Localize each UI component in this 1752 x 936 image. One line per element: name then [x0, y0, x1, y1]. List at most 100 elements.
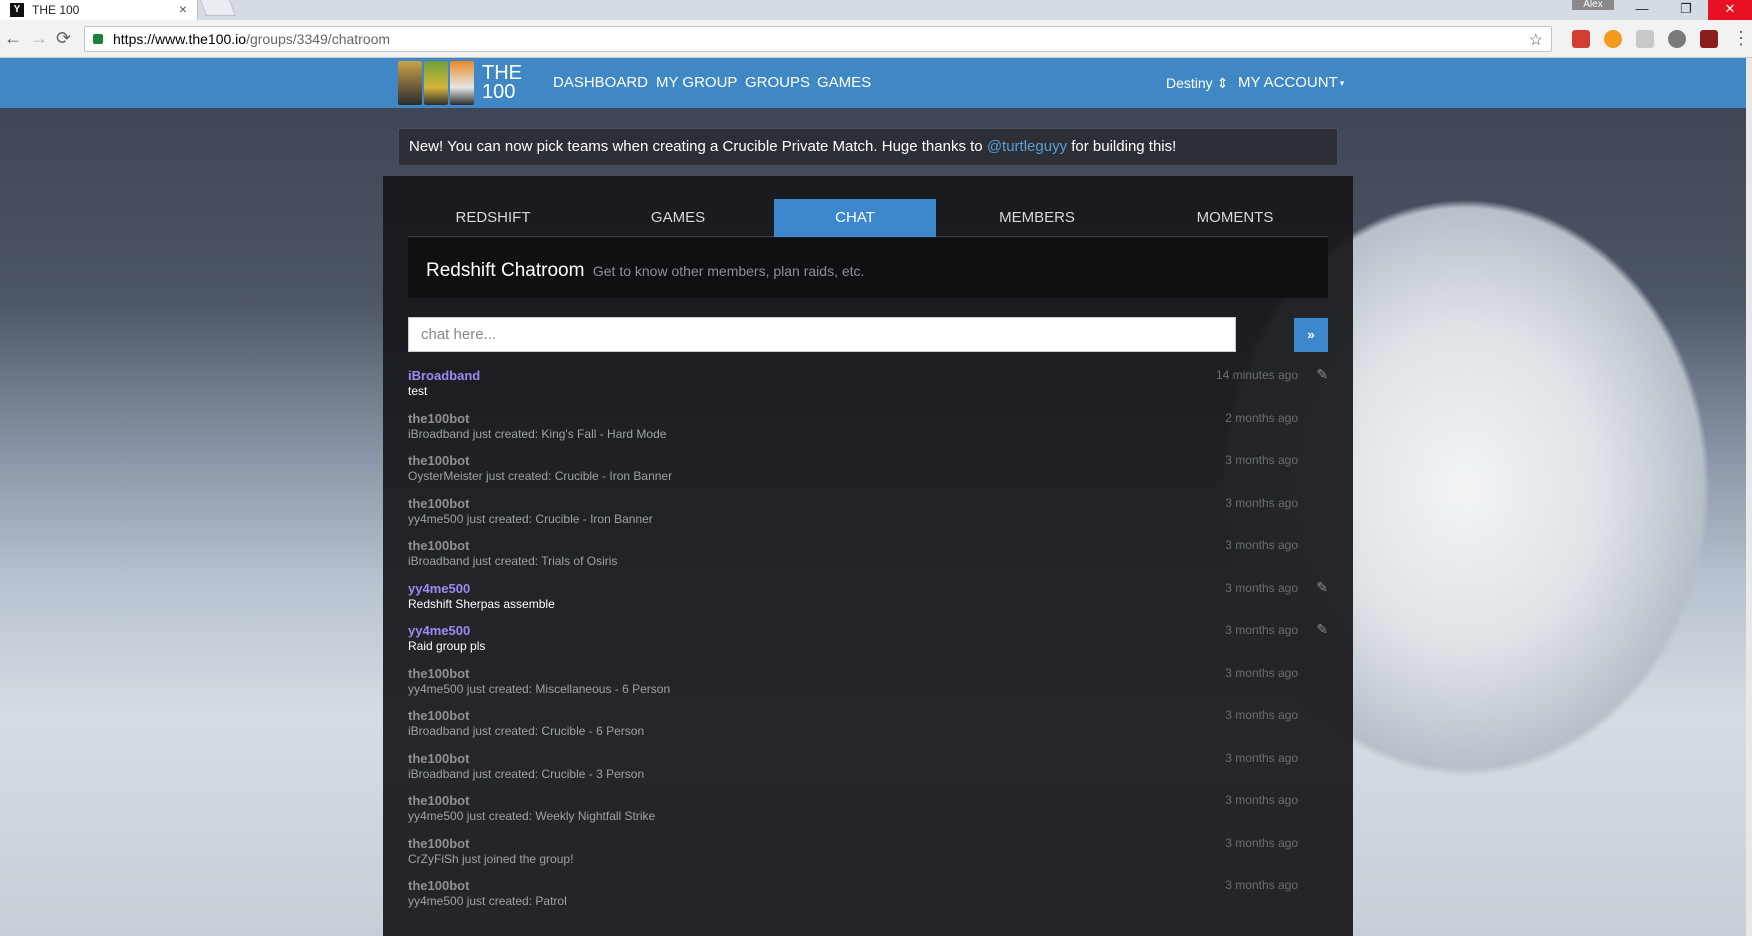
tab-games[interactable]: GAMES	[598, 199, 758, 237]
message-author[interactable]: the100bot	[408, 836, 469, 851]
message-time: 3 months ago	[1225, 665, 1298, 680]
message-author[interactable]: the100bot	[408, 878, 469, 893]
page-scrollbar[interactable]	[1746, 58, 1752, 936]
reload-icon[interactable]: ⟳	[56, 28, 71, 48]
message-time: 3 months ago	[1225, 495, 1298, 510]
chat-message: the100bot yy4me500 just created: Patrol 3 …	[408, 876, 1328, 919]
announcement-text-end: for building this!	[1067, 138, 1177, 155]
browser-titlebar: Y THE 100 × Alex — ❐ ✕	[0, 0, 1752, 20]
chat-message: the100bot yy4me500 just created: Miscella…	[408, 664, 1328, 707]
chat-message: iBroadband test 14 minutes ago ✎	[408, 366, 1328, 409]
chatroom-header: Redshift Chatroom Get to know other memb…	[408, 238, 1328, 298]
message-time: 3 months ago	[1225, 878, 1298, 892]
pencil-icon[interactable]: ✎	[1316, 579, 1328, 596]
chat-message: the100bot OysterMeister just created: Cru…	[408, 451, 1328, 494]
game-selector[interactable]: Destiny ⇕	[1166, 75, 1228, 92]
message-time: 3 months ago	[1225, 835, 1298, 850]
browser-menu-icon[interactable]: ⋮	[1732, 28, 1750, 48]
group-panel: REDSHIFT GAMES CHAT MEMBERS MOMENTS Reds…	[383, 176, 1353, 936]
browser-tab[interactable]: Y THE 100 ×	[0, 0, 198, 20]
message-list: iBroadband test 14 minutes ago ✎ the100bot iB…	[408, 366, 1328, 919]
pencil-icon[interactable]: ✎	[1316, 621, 1328, 638]
lock-icon	[93, 34, 103, 44]
message-author[interactable]: the100bot	[408, 793, 469, 808]
pencil-icon[interactable]: ✎	[1316, 366, 1328, 383]
nav-games[interactable]: GAMES	[817, 74, 871, 91]
message-time: 3 months ago	[1225, 538, 1298, 552]
bookmark-star-icon[interactable]: ☆	[1529, 30, 1543, 50]
extension-bookmark-icon[interactable]	[1572, 30, 1590, 48]
message-text: yy4me500 just created: Crucible - Iron B…	[408, 511, 653, 526]
extension-mail-icon[interactable]	[1636, 30, 1654, 48]
tab-members[interactable]: MEMBERS	[942, 199, 1132, 237]
chat-input[interactable]	[408, 317, 1236, 352]
url-path: /groups/3349/chatroom	[246, 31, 391, 47]
message-text: yy4me500 just created: Miscellaneous - 6…	[408, 681, 671, 696]
tab-chat[interactable]: CHAT	[774, 199, 936, 237]
message-author[interactable]: yy4me500	[408, 623, 470, 638]
message-author[interactable]: the100bot	[408, 751, 469, 766]
profile-badge[interactable]: Alex	[1572, 0, 1614, 10]
chat-message: the100bot yy4me500 just created: Crucible…	[408, 494, 1328, 537]
forward-icon[interactable]: →	[30, 28, 48, 48]
address-bar: ← → ⟳ https://www.the100.io/groups/3349/…	[0, 20, 1752, 58]
minimize-button[interactable]: —	[1620, 0, 1664, 20]
message-text: OysterMeister just created: Crucible - I…	[408, 469, 673, 483]
announcement-link[interactable]: @turtleguyy	[987, 138, 1067, 155]
chatroom-title: Redshift Chatroom	[426, 260, 585, 281]
tab-redshift[interactable]: REDSHIFT	[408, 199, 578, 237]
url-field[interactable]: https://www.the100.io/groups/3349/chatro…	[84, 26, 1552, 52]
message-author[interactable]: the100bot	[408, 453, 469, 468]
message-time: 3 months ago	[1225, 750, 1298, 765]
logo-text: THE 100	[482, 62, 522, 103]
chatroom-subtitle: Get to know other members, plan raids, e…	[592, 263, 865, 279]
new-tab-button[interactable]	[200, 0, 236, 16]
message-time: 3 months ago	[1225, 708, 1298, 722]
restore-button[interactable]: ❐	[1664, 0, 1708, 20]
titan-emblem-icon	[398, 61, 422, 105]
site-logo[interactable]: THE 100	[398, 60, 522, 106]
message-time: 3 months ago	[1225, 793, 1298, 807]
message-text: iBroadband just created: Crucible - 3 Pe…	[408, 766, 645, 781]
message-text: Raid group pls	[408, 639, 486, 653]
chat-message: yy4me500 Raid group pls 3 months ago ✎	[408, 621, 1328, 664]
my-account-menu[interactable]: MY ACCOUNT ▾	[1238, 74, 1344, 91]
announcement-text: New! You can now pick teams when creatin…	[409, 138, 987, 155]
message-author[interactable]: the100bot	[408, 496, 469, 511]
tab-moments[interactable]: MOMENTS	[1140, 199, 1330, 237]
site-navbar: THE 100 DASHBOARD MY GROUP GROUPS GAMES D…	[0, 58, 1746, 108]
extension-ublock-icon[interactable]	[1700, 30, 1718, 48]
nav-groups[interactable]: GROUPS	[745, 74, 810, 91]
message-author[interactable]: yy4me500	[408, 581, 470, 596]
message-author[interactable]: the100bot	[408, 538, 469, 553]
message-author[interactable]: the100bot	[408, 666, 469, 681]
close-window-button[interactable]: ✕	[1708, 0, 1752, 20]
chat-message: the100bot iBroadband just created: King's…	[408, 409, 1328, 452]
hunter-emblem-icon	[424, 61, 448, 105]
extension-chat-icon[interactable]	[1668, 30, 1686, 48]
message-time: 14 minutes ago	[1215, 368, 1298, 382]
message-time: 3 months ago	[1225, 623, 1298, 637]
destiny-favicon-icon: Y	[10, 3, 24, 17]
chat-message: the100bot iBroadband just created: Trials…	[408, 536, 1328, 579]
chat-message: yy4me500 Redshift Sherpas assemble 3 month…	[408, 579, 1328, 622]
message-text: iBroadband just created: Trials of Osiri…	[408, 554, 618, 568]
chat-message: the100bot yy4me500 just created: Weekly N…	[408, 791, 1328, 834]
announcement-banner: New! You can now pick teams when creatin…	[398, 128, 1338, 166]
message-text: iBroadband just created: King's Fall - H…	[408, 426, 667, 441]
tab-close-icon[interactable]: ×	[179, 1, 187, 17]
message-author[interactable]: iBroadband	[408, 368, 480, 383]
nav-my-group[interactable]: MY GROUP	[656, 74, 737, 91]
message-text: Redshift Sherpas assemble	[408, 596, 555, 611]
message-author[interactable]: the100bot	[408, 411, 469, 426]
warlock-emblem-icon	[450, 61, 474, 105]
back-icon[interactable]: ←	[4, 28, 22, 48]
nav-dashboard[interactable]: DASHBOARD	[553, 74, 648, 91]
message-author[interactable]: the100bot	[408, 708, 469, 723]
my-account-label: MY ACCOUNT	[1238, 74, 1338, 91]
page-viewport: THE 100 DASHBOARD MY GROUP GROUPS GAMES D…	[0, 58, 1752, 936]
message-text: test	[408, 384, 428, 398]
extension-star-icon[interactable]	[1604, 30, 1622, 48]
send-button[interactable]: »	[1294, 318, 1328, 352]
message-text: CrZyFiSh just joined the group!	[408, 851, 574, 866]
